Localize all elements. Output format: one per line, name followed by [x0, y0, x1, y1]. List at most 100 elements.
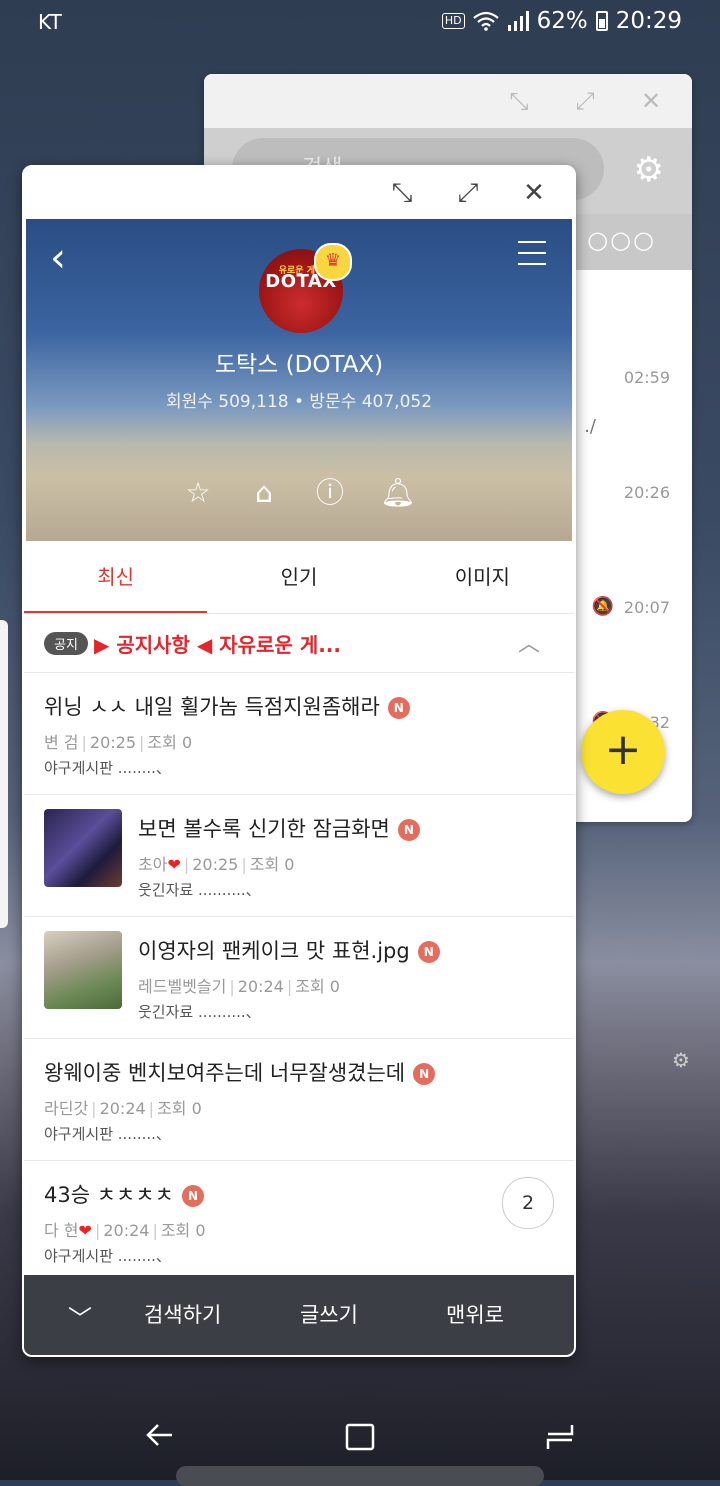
notice-row[interactable]: 공지 ▶ 공지사항 ◀ 자유로운 게... ︿ [24, 614, 574, 673]
post-title-row: 이영자의 팬케이크 맛 표현.jpg N [138, 935, 440, 965]
status-icons: HD 62% 20:29 [441, 8, 682, 34]
hamburger-menu-icon[interactable] [518, 241, 546, 265]
home-nav-icon[interactable] [344, 1422, 376, 1452]
recents-nav-icon[interactable] [544, 1422, 576, 1452]
post-views: 조회 0 [249, 855, 295, 874]
minimize-icon[interactable]: ⤡ [388, 179, 416, 207]
cafe-name: 도탁스 (DOTAX) [214, 352, 384, 378]
bg-list-time: 20:07 [623, 598, 670, 617]
post-time: 20:25 [89, 733, 137, 752]
new-badge: N [182, 1185, 204, 1207]
post-board: 야구게시판 ........、 [44, 759, 171, 777]
post-meta: 초아❤ | 20:25 | 조회 0 [138, 855, 295, 874]
post-item[interactable]: 이영자의 팬케이크 맛 표현.jpg N 레드벨벳슬기 | 20:24 | 조회 0 웃긴… [24, 917, 574, 1039]
chevron-down-icon[interactable]: ﹀ [68, 1299, 92, 1334]
post-title: 이영자의 팬케이크 맛 표현.jpg [138, 939, 410, 963]
cafe-stats: 회원수 509,118 • 방문수 407,052 [165, 392, 433, 412]
minimize-icon[interactable]: ⤡ [506, 88, 532, 114]
post-time: 20:24 [103, 1221, 150, 1240]
post-time: 20:25 [192, 855, 239, 874]
clock: 20:29 [615, 8, 682, 34]
post-time: 20:24 [99, 1099, 146, 1118]
signal-icon [507, 11, 529, 31]
wifi-icon [472, 11, 499, 31]
post-thumbnail [44, 809, 122, 887]
tab-popular[interactable]: 인기 [207, 541, 390, 613]
post-item[interactable]: 위닝 ㅅㅅ 내일 휠가놈 득점지원좀해라 N 변 검 | 20:25 | 조회 0 야구게… [24, 673, 574, 795]
post-item[interactable]: 43승 ㅊㅊㅊㅊ N 다 현❤ | 20:24 | 조회 0 야구게시판 ........… [24, 1161, 574, 1282]
notice-badge: 공지 [44, 632, 88, 655]
post-item[interactable]: 보면 볼수록 신기한 잠금화면 N 초아❤ | 20:25 | 조회 0 웃긴자료 ...… [24, 795, 574, 917]
bg-list-time: 02:59 [623, 368, 670, 387]
expand-icon[interactable]: ⤢ [572, 88, 598, 114]
post-board: 야구게시판 ........、 [44, 1247, 171, 1265]
scroll-top-button[interactable]: 맨위로 [446, 1299, 504, 1329]
post-meta: 변 검 | 20:25 | 조회 0 [44, 733, 193, 752]
post-title-row: 왕웨이중 벤치보여주는데 너무잘생겼는데 N [44, 1057, 436, 1087]
close-icon[interactable]: ✕ [638, 88, 664, 114]
more-icon[interactable]: ○○○ [587, 226, 656, 254]
post-title: 왕웨이중 벤치보여주는데 너무잘생겼는데 [44, 1061, 406, 1085]
post-board: 웃긴자료 ..........、 [138, 881, 261, 899]
tab-bar: 최신 인기 이미지 [24, 541, 574, 614]
cafe-app-window[interactable]: ⤡ ⤢ ✕ ‹ 유로운 게임 DOTAX ♛ 도탁스 (DOTAX) 회원수 5… [22, 165, 576, 1357]
notice-text: ▶ 공지사항 ◀ 자유로운 게... [94, 633, 342, 657]
tab-latest[interactable]: 최신 [24, 541, 208, 613]
info-icon[interactable]: ⓘ [314, 477, 346, 509]
status-bar: KT HD 62% 20:29 [0, 0, 720, 46]
crown-icon: ♛ [314, 243, 352, 281]
new-badge: N [387, 697, 410, 719]
post-time: 20:24 [237, 977, 284, 996]
battery-percent: 62% [536, 8, 588, 34]
gesture-handle[interactable] [176, 1466, 544, 1486]
post-author: 초아 [138, 855, 168, 874]
post-board: 웃긴자료 ..........、 [138, 1003, 261, 1021]
post-views: 조회 0 [295, 977, 340, 996]
cafe-action-icons: ☆ ⌂ ⓘ 🔔︎ [182, 477, 416, 509]
add-home-icon[interactable]: ⌂ [248, 477, 280, 509]
post-author: 변 검 [44, 733, 79, 752]
post-author: 레드벨벳슬기 [138, 977, 227, 996]
close-icon[interactable]: ✕ [520, 179, 548, 207]
bg-window-controls: ⤡ ⤢ ✕ [204, 74, 692, 128]
post-item[interactable]: 왕웨이중 벤치보여주는데 너무잘생겼는데 N 라딘갓 | 20:24 | 조회 0 야구게… [24, 1039, 574, 1161]
post-views: 조회 0 [160, 1221, 206, 1240]
battery-icon [595, 11, 608, 31]
hd-icon: HD [441, 13, 465, 29]
cafe-header-banner: ‹ 유로운 게임 DOTAX ♛ 도탁스 (DOTAX) 회원수 509,118… [26, 219, 572, 541]
bottom-action-bar: ﹀ 검색하기 글쓰기 맨위로 [24, 1275, 574, 1355]
post-author: 다 현 [44, 1221, 79, 1240]
gear-icon[interactable]: ⚙ [634, 150, 664, 190]
back-nav-icon[interactable] [144, 1422, 176, 1448]
compose-fab-button[interactable]: + [581, 710, 665, 794]
post-views: 조회 0 [157, 1099, 202, 1118]
new-badge: N [417, 941, 440, 963]
post-thumbnail [44, 931, 122, 1009]
post-views: 조회 0 [147, 733, 193, 752]
star-icon[interactable]: ☆ [182, 477, 214, 509]
search-button[interactable]: 검색하기 [144, 1299, 221, 1329]
left-edge-window[interactable] [0, 620, 8, 928]
bg-list-time: 20:26 [623, 483, 670, 502]
mute-icon: 🔕 [591, 596, 614, 617]
post-meta: 다 현❤ | 20:24 | 조회 0 [44, 1221, 206, 1240]
tab-images[interactable]: 이미지 [391, 541, 574, 613]
carrier-label: KT [38, 10, 62, 34]
window-controls: ⤡ ⤢ ✕ [24, 167, 574, 219]
post-title-row: 보면 볼수록 신기한 잠금화면 N [138, 813, 420, 843]
expand-icon[interactable]: ⤢ [454, 179, 482, 207]
post-author: 라딘갓 [44, 1099, 89, 1118]
post-meta: 레드벨벳슬기 | 20:24 | 조회 0 [138, 977, 340, 996]
chevron-up-icon[interactable]: ︿ [518, 626, 540, 658]
back-arrow-icon[interactable]: ‹ [50, 235, 66, 281]
post-title-row: 위닝 ㅅㅅ 내일 휠가놈 득점지원좀해라 N [44, 691, 410, 721]
post-meta: 라딘갓 | 20:24 | 조회 0 [44, 1099, 202, 1118]
write-button[interactable]: 글쓰기 [300, 1299, 358, 1329]
comment-count-badge[interactable]: 2 [502, 1177, 554, 1229]
bell-icon[interactable]: 🔔︎ [380, 477, 416, 509]
heart-icon: ❤ [78, 1221, 92, 1240]
post-title: 보면 볼수록 신기한 잠금화면 [138, 817, 390, 841]
bg-partial-text: ./ [584, 416, 596, 437]
post-board: 야구게시판 ........、 [44, 1125, 171, 1143]
new-badge: N [397, 819, 420, 841]
